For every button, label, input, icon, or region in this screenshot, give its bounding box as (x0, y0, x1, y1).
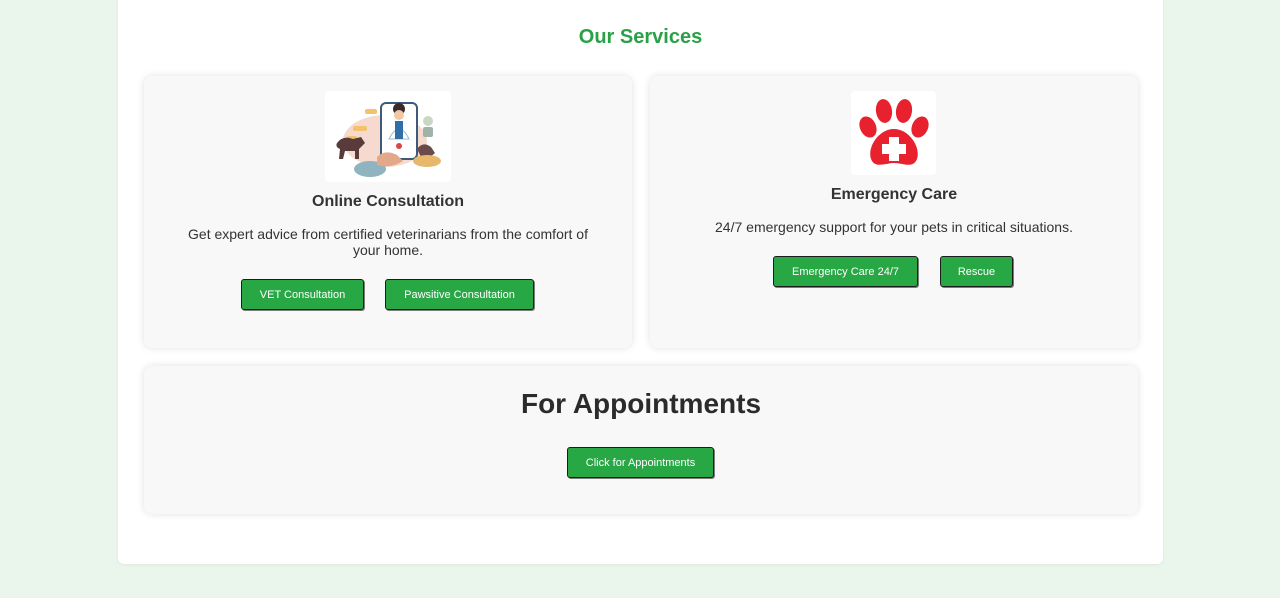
emergency-care-card: Emergency Care 24/7 emergency support fo… (650, 76, 1138, 348)
card-description: 24/7 emergency support for your pets in … (715, 219, 1073, 235)
rescue-button[interactable]: Rescue (940, 256, 1013, 287)
appointments-card: For Appointments Click for Appointments (144, 366, 1138, 514)
emergency-care-button[interactable]: Emergency Care 24/7 (773, 256, 918, 287)
online-consultation-card: Online Consultation Get expert advice fr… (144, 76, 632, 348)
pawsitive-consultation-button[interactable]: Pawsitive Consultation (385, 279, 534, 310)
card-description: Get expert advice from certified veterin… (188, 226, 588, 258)
section-title: Our Services (578, 26, 703, 48)
card-title: Emergency Care (830, 186, 958, 203)
appointments-button[interactable]: Click for Appointments (567, 447, 714, 478)
card-title: Online Consultation (312, 193, 464, 210)
appointments-title: For Appointments (520, 388, 762, 419)
main-container: Our Services Online Consultation Get exp… (118, 0, 1163, 564)
vet-consultation-button[interactable]: VET Consultation (241, 279, 364, 310)
vet-consultation-illustration (325, 91, 451, 182)
paw-medical-cross-icon (851, 91, 936, 175)
